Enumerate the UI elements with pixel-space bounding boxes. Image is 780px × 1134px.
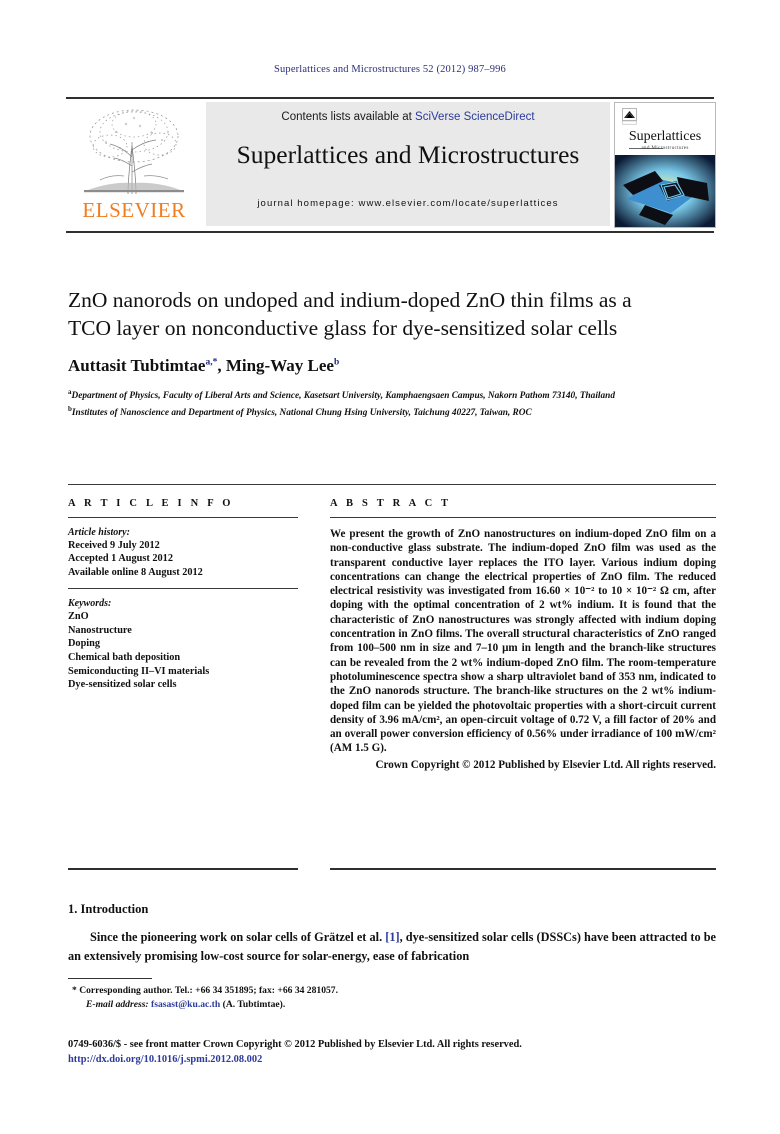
title-abstract-separator [68, 484, 716, 485]
abstract-copyright: Crown Copyright © 2012 Published by Else… [375, 758, 716, 771]
running-head-citation: Superlattices and Microstructures 52 (20… [274, 64, 506, 75]
article-history-accepted: Accepted 1 August 2012 [68, 553, 173, 565]
article-title: ZnO nanorods on undoped and indium-doped… [68, 288, 632, 340]
contents-prefix: Contents lists available at [281, 111, 416, 123]
issn-copyright-line: 0749-6036/$ - see front matter Crown Cop… [68, 1039, 522, 1050]
abstract-heading: A B S T R A C T [330, 498, 452, 509]
article-title-block: ZnO nanorods on undoped and indium-doped… [68, 286, 668, 419]
info-column-bottom-rule [68, 868, 298, 870]
author-marks-2[interactable]: b [334, 357, 339, 367]
article-info-column: A R T I C L E I N F O Article history: R… [68, 498, 298, 692]
elsevier-tree-icon [70, 102, 198, 199]
affiliation-text-a: Department of Physics, Faculty of Libera… [71, 391, 615, 402]
author-name-1: Auttasit Tubtimtae [68, 356, 206, 375]
abstract-column: A B S T R A C T We present the growth of… [330, 498, 716, 772]
introduction-heading: 1. Introduction [68, 902, 149, 916]
keyword-item: Semiconducting II–VI materials [68, 665, 210, 677]
email-address-link[interactable]: fsasast@ku.ac.th [151, 999, 220, 1010]
article-info-rule [68, 517, 298, 518]
journal-title: Superlattices and Microstructures [236, 140, 580, 169]
email-note: E-mail address: fsasast@ku.ac.th (A. Tub… [72, 998, 712, 1012]
contents-available-line: Contents lists available at SciVerse Sci… [206, 111, 610, 123]
article-info-heading: A R T I C L E I N F O [68, 498, 234, 509]
introduction-paragraph: Since the pioneering work on solar cells… [68, 928, 716, 965]
abstract-rule [330, 517, 716, 518]
cover-elsevier-mini-icon [622, 108, 637, 125]
affiliation-b: bInstitutes of Nanoscience and Departmen… [68, 403, 668, 420]
article-history-online: Available online 8 August 2012 [68, 566, 203, 578]
keyword-item: ZnO [68, 611, 89, 623]
article-history-label: Article history: [68, 527, 130, 538]
author-marks-1[interactable]: a,* [205, 357, 217, 367]
email-author-suffix: (A. Tubtimtae). [222, 998, 286, 1010]
elsevier-logo: ELSEVIER [66, 102, 202, 226]
sciencedirect-link[interactable]: SciVerse ScienceDirect [415, 111, 535, 123]
citation-reference-1[interactable]: [1] [385, 930, 399, 944]
affiliation-list: aDepartment of Physics, Faculty of Liber… [68, 386, 668, 419]
journal-article-page: Superlattices and Microstructures 52 (20… [0, 0, 780, 1134]
cover-title-text: Superlattices [628, 129, 702, 144]
keyword-item: Doping [68, 638, 101, 650]
journal-homepage-link[interactable]: journal homepage: www.elsevier.com/locat… [206, 198, 610, 209]
keyword-item: Chemical bath deposition [68, 652, 181, 663]
author-name-2: Ming-Way Lee [225, 356, 334, 375]
author-list: Auttasit Tubtimtaea,*, Ming-Way Leeb [68, 356, 340, 375]
footnote-block: * Corresponding author. Tel.: +66 34 351… [72, 984, 712, 1011]
affiliation-a: aDepartment of Physics, Faculty of Liber… [68, 386, 668, 403]
intro-text-part1: Since the pioneering work on solar cells… [90, 930, 386, 944]
abstract-text: We present the growth of ZnO nanostructu… [330, 528, 716, 755]
keyword-item: Nanostructure [68, 624, 132, 636]
cover-artwork [615, 155, 715, 227]
masthead-center-panel: Contents lists available at SciVerse Sci… [206, 102, 610, 226]
keyword-item: Dye-sensitized solar cells [68, 679, 177, 691]
imprint-block: 0749-6036/$ - see front matter Crown Cop… [68, 1038, 716, 1067]
journal-masthead: ELSEVIER Contents lists available at Sci… [66, 98, 716, 228]
masthead-bottom-rule [66, 231, 714, 233]
corresponding-author-note: * Corresponding author. Tel.: +66 34 351… [72, 985, 338, 996]
keywords-rule [68, 588, 298, 590]
email-address-label: E-mail address: [86, 998, 149, 1010]
keywords-label: Keywords: [68, 598, 112, 610]
article-history-received: Received 9 July 2012 [68, 540, 160, 551]
footnote-separator-rule [68, 978, 152, 979]
cover-subtitle-text: and Microstructures [641, 145, 689, 151]
doi-link[interactable]: http://dx.doi.org/10.1016/j.spmi.2012.08… [68, 1053, 716, 1068]
affiliation-text-b: Institutes of Nanoscience and Department… [71, 407, 532, 418]
abstract-bottom-rule [330, 868, 716, 870]
elsevier-wordmark: ELSEVIER [82, 198, 186, 222]
journal-cover-thumbnail[interactable]: Superlattices and Microstructures [614, 102, 716, 228]
